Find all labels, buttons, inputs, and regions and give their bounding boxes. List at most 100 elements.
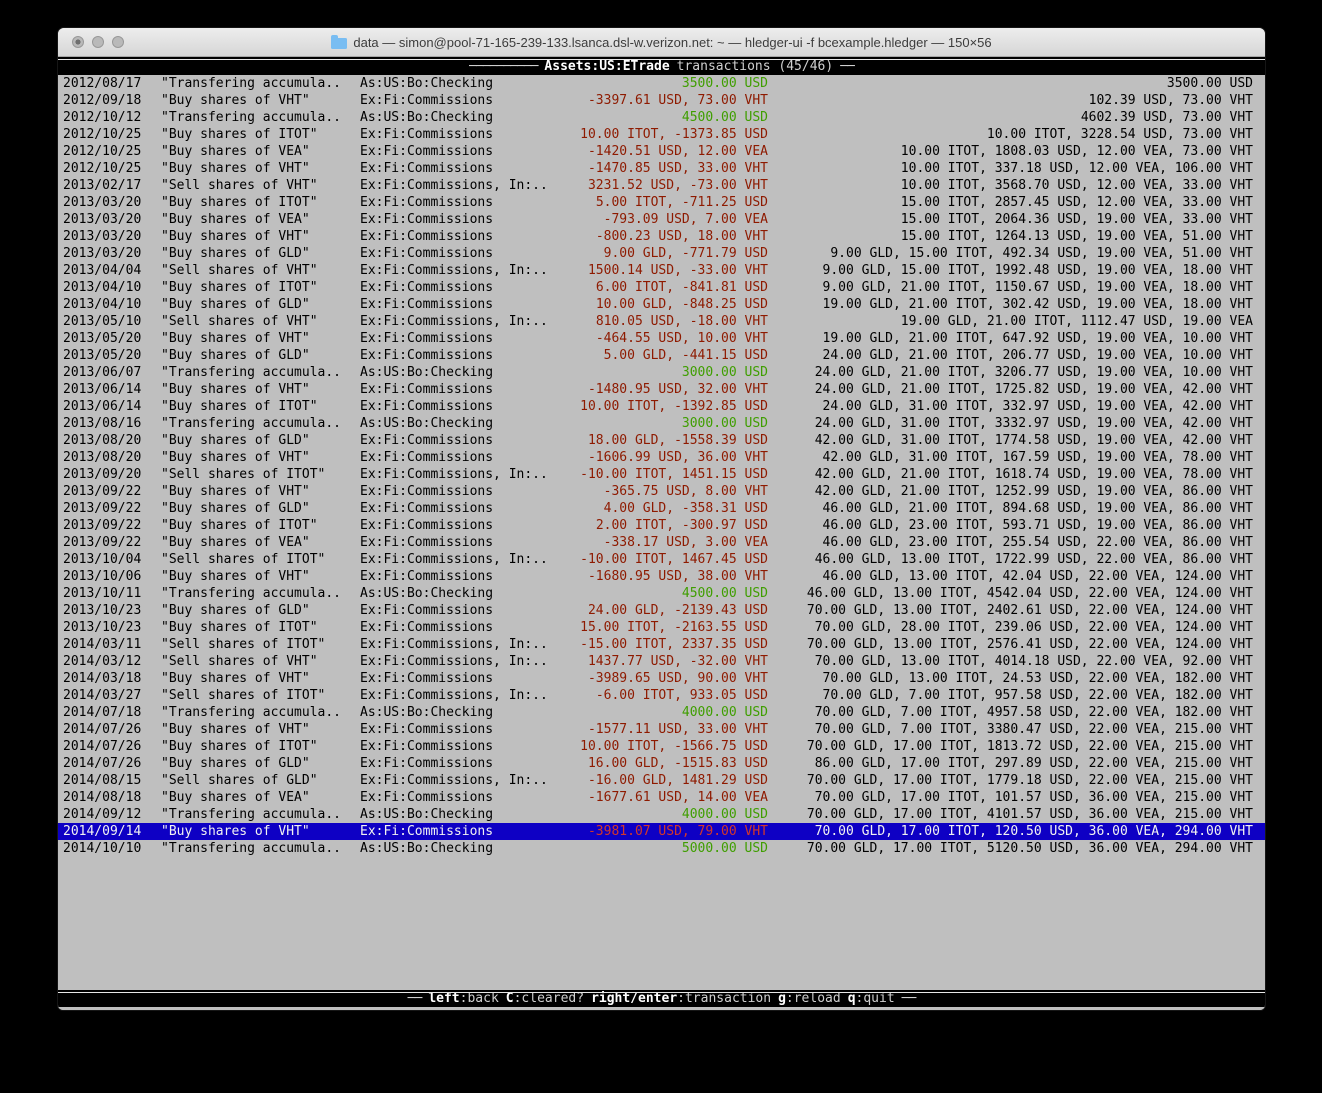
transaction-row[interactable]: 2014/07/18"Transfering accumula..As:US:B…: [58, 704, 1265, 721]
transaction-row[interactable]: 2013/03/20"Buy shares of VHT"Ex:Fi:Commi…: [58, 228, 1265, 245]
transaction-date: 2013/08/20: [63, 449, 161, 466]
transaction-row[interactable]: 2013/10/11"Transfering accumula..As:US:B…: [58, 585, 1265, 602]
transaction-row[interactable]: 2013/08/20"Buy shares of VHT"Ex:Fi:Commi…: [58, 449, 1265, 466]
transaction-change-amount: 1437.77 USD, -32.00 VHT: [555, 653, 768, 670]
transaction-other-account: Ex:Fi:Commissions: [360, 347, 555, 364]
transaction-other-account: Ex:Fi:Commissions: [360, 755, 555, 772]
key-hint-left: left:back: [428, 991, 498, 1006]
transaction-row[interactable]: 2012/10/12"Transfering accumula..As:US:B…: [58, 109, 1265, 126]
transaction-row[interactable]: 2013/10/04"Sell shares of ITOT"Ex:Fi:Com…: [58, 551, 1265, 568]
transaction-row[interactable]: 2014/07/26"Buy shares of ITOT"Ex:Fi:Comm…: [58, 738, 1265, 755]
transaction-change-amount: 3231.52 USD, -73.00 VHT: [555, 177, 768, 194]
transaction-row[interactable]: 2013/03/20"Buy shares of GLD"Ex:Fi:Commi…: [58, 245, 1265, 262]
transaction-row-selected[interactable]: 2014/09/14"Buy shares of VHT"Ex:Fi:Commi…: [58, 823, 1265, 840]
transaction-date: 2013/03/20: [63, 245, 161, 262]
transaction-row[interactable]: 2013/06/07"Transfering accumula..As:US:B…: [58, 364, 1265, 381]
transaction-description: "Transfering accumula..: [161, 75, 360, 92]
transaction-row[interactable]: 2014/03/12"Sell shares of VHT"Ex:Fi:Comm…: [58, 653, 1265, 670]
key-hints-bar: ──left:backC:cleared?right/enter:transac…: [58, 990, 1265, 1007]
transaction-row[interactable]: 2013/09/22"Buy shares of VEA"Ex:Fi:Commi…: [58, 534, 1265, 551]
transaction-row[interactable]: 2013/09/20"Sell shares of ITOT"Ex:Fi:Com…: [58, 466, 1265, 483]
transaction-row[interactable]: 2013/10/06"Buy shares of VHT"Ex:Fi:Commi…: [58, 568, 1265, 585]
transaction-row[interactable]: 2013/02/17"Sell shares of VHT"Ex:Fi:Comm…: [58, 177, 1265, 194]
transaction-row[interactable]: 2014/07/26"Buy shares of VHT"Ex:Fi:Commi…: [58, 721, 1265, 738]
transaction-description: "Buy shares of GLD": [161, 500, 360, 517]
transaction-balance-amount: 19.00 GLD, 21.00 ITOT, 647.92 USD, 19.00…: [768, 330, 1253, 347]
transaction-row[interactable]: 2013/05/20"Buy shares of GLD"Ex:Fi:Commi…: [58, 347, 1265, 364]
transaction-row[interactable]: 2014/03/11"Sell shares of ITOT"Ex:Fi:Com…: [58, 636, 1265, 653]
transaction-row[interactable]: 2014/03/18"Buy shares of VHT"Ex:Fi:Commi…: [58, 670, 1265, 687]
transaction-balance-amount: 86.00 GLD, 17.00 ITOT, 297.89 USD, 22.00…: [768, 755, 1253, 772]
close-button[interactable]: [72, 36, 84, 48]
transaction-balance-amount: 70.00 GLD, 13.00 ITOT, 2576.41 USD, 22.0…: [768, 636, 1253, 653]
transaction-description: "Buy shares of ITOT": [161, 619, 360, 636]
transaction-other-account: Ex:Fi:Commissions: [360, 126, 555, 143]
transaction-row[interactable]: 2014/03/27"Sell shares of ITOT"Ex:Fi:Com…: [58, 687, 1265, 704]
transaction-balance-amount: 15.00 ITOT, 1264.13 USD, 19.00 VEA, 51.0…: [768, 228, 1253, 245]
transaction-row[interactable]: 2013/08/20"Buy shares of GLD"Ex:Fi:Commi…: [58, 432, 1265, 449]
transaction-other-account: Ex:Fi:Commissions: [360, 279, 555, 296]
transaction-row[interactable]: 2013/08/16"Transfering accumula..As:US:B…: [58, 415, 1265, 432]
transaction-row[interactable]: 2013/03/20"Buy shares of VEA"Ex:Fi:Commi…: [58, 211, 1265, 228]
transaction-row[interactable]: 2013/06/14"Buy shares of ITOT"Ex:Fi:Comm…: [58, 398, 1265, 415]
folder-icon: [331, 38, 347, 49]
transaction-date: 2013/05/20: [63, 330, 161, 347]
transaction-date: 2014/08/18: [63, 789, 161, 806]
transaction-change-amount: 5.00 GLD, -441.15 USD: [555, 347, 768, 364]
transaction-date: 2013/02/17: [63, 177, 161, 194]
transaction-change-amount: -1680.95 USD, 38.00 VHT: [555, 568, 768, 585]
transaction-change-amount: -464.55 USD, 10.00 VHT: [555, 330, 768, 347]
minimize-button[interactable]: [92, 36, 104, 48]
transaction-row[interactable]: 2014/09/12"Transfering accumula..As:US:B…: [58, 806, 1265, 823]
transaction-change-amount: 4000.00 USD: [555, 806, 768, 823]
transaction-description: "Sell shares of GLD": [161, 772, 360, 789]
transaction-date: 2014/03/27: [63, 687, 161, 704]
transaction-row[interactable]: 2013/09/22"Buy shares of VHT"Ex:Fi:Commi…: [58, 483, 1265, 500]
transaction-date: 2013/05/20: [63, 347, 161, 364]
transaction-row[interactable]: 2013/10/23"Buy shares of GLD"Ex:Fi:Commi…: [58, 602, 1265, 619]
transaction-row[interactable]: 2013/05/20"Buy shares of VHT"Ex:Fi:Commi…: [58, 330, 1265, 347]
transaction-row[interactable]: 2014/08/15"Sell shares of GLD"Ex:Fi:Comm…: [58, 772, 1265, 789]
transaction-row[interactable]: 2012/09/18"Buy shares of VHT"Ex:Fi:Commi…: [58, 92, 1265, 109]
transaction-row[interactable]: 2013/04/04"Sell shares of VHT"Ex:Fi:Comm…: [58, 262, 1265, 279]
transaction-row[interactable]: 2013/04/10"Buy shares of ITOT"Ex:Fi:Comm…: [58, 279, 1265, 296]
transaction-row[interactable]: 2012/10/25"Buy shares of ITOT"Ex:Fi:Comm…: [58, 126, 1265, 143]
transaction-date: 2014/08/15: [63, 772, 161, 789]
transaction-date: 2014/10/10: [63, 840, 161, 857]
transaction-balance-amount: 70.00 GLD, 13.00 ITOT, 2402.61 USD, 22.0…: [768, 602, 1253, 619]
transaction-row[interactable]: 2014/10/10"Transfering accumula..As:US:B…: [58, 840, 1265, 857]
transaction-date: 2013/10/23: [63, 619, 161, 636]
transaction-change-amount: 18.00 GLD, -1558.39 USD: [555, 432, 768, 449]
transaction-other-account: Ex:Fi:Commissions, In:..: [360, 636, 555, 653]
transaction-other-account: As:US:Bo:Checking: [360, 806, 555, 823]
transaction-description: "Buy shares of VEA": [161, 211, 360, 228]
header-account-name: Assets:US:ETrade: [544, 59, 669, 74]
transaction-row[interactable]: 2012/10/25"Buy shares of VEA"Ex:Fi:Commi…: [58, 143, 1265, 160]
transaction-row[interactable]: 2013/10/23"Buy shares of ITOT"Ex:Fi:Comm…: [58, 619, 1265, 636]
transaction-row[interactable]: 2013/06/14"Buy shares of VHT"Ex:Fi:Commi…: [58, 381, 1265, 398]
transaction-row[interactable]: 2012/08/17"Transfering accumula..As:US:B…: [58, 75, 1265, 92]
transaction-other-account: Ex:Fi:Commissions, In:..: [360, 177, 555, 194]
transaction-balance-amount: 4602.39 USD, 73.00 VHT: [768, 109, 1253, 126]
transaction-row[interactable]: 2013/05/10"Sell shares of VHT"Ex:Fi:Comm…: [58, 313, 1265, 330]
transaction-description: "Sell shares of ITOT": [161, 636, 360, 653]
header-dash-left: ──────────: [469, 59, 537, 74]
transaction-description: "Buy shares of VEA": [161, 143, 360, 160]
transaction-other-account: Ex:Fi:Commissions: [360, 619, 555, 636]
transaction-row[interactable]: 2013/09/22"Buy shares of ITOT"Ex:Fi:Comm…: [58, 517, 1265, 534]
transaction-row[interactable]: 2013/09/22"Buy shares of GLD"Ex:Fi:Commi…: [58, 500, 1265, 517]
transaction-row[interactable]: 2013/04/10"Buy shares of GLD"Ex:Fi:Commi…: [58, 296, 1265, 313]
transaction-row[interactable]: 2013/03/20"Buy shares of ITOT"Ex:Fi:Comm…: [58, 194, 1265, 211]
transaction-row[interactable]: 2014/07/26"Buy shares of GLD"Ex:Fi:Commi…: [58, 755, 1265, 772]
transaction-balance-amount: 70.00 GLD, 7.00 ITOT, 957.58 USD, 22.00 …: [768, 687, 1253, 704]
transaction-other-account: Ex:Fi:Commissions, In:..: [360, 313, 555, 330]
transaction-row[interactable]: 2012/10/25"Buy shares of VHT"Ex:Fi:Commi…: [58, 160, 1265, 177]
transaction-row[interactable]: 2014/08/18"Buy shares of VEA"Ex:Fi:Commi…: [58, 789, 1265, 806]
transaction-balance-amount: 10.00 ITOT, 3228.54 USD, 73.00 VHT: [768, 126, 1253, 143]
zoom-button[interactable]: [112, 36, 124, 48]
transaction-balance-amount: 70.00 GLD, 17.00 ITOT, 4101.57 USD, 36.0…: [768, 806, 1253, 823]
transaction-balance-amount: 19.00 GLD, 21.00 ITOT, 1112.47 USD, 19.0…: [768, 313, 1253, 330]
transaction-other-account: Ex:Fi:Commissions, In:..: [360, 262, 555, 279]
transaction-balance-amount: 9.00 GLD, 15.00 ITOT, 492.34 USD, 19.00 …: [768, 245, 1253, 262]
transaction-date: 2013/06/14: [63, 398, 161, 415]
